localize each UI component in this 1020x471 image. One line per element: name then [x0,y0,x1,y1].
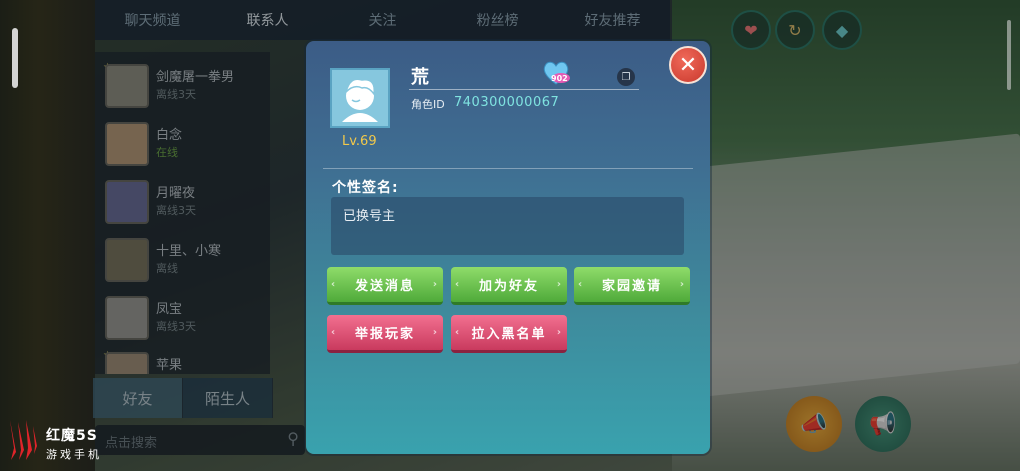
chevron-right-icon: › [432,279,439,290]
chevron-left-icon: ‹ [455,327,462,338]
report-player-button[interactable]: ‹ 举报玩家 › [327,315,443,353]
red-magic-logo [6,418,38,462]
chevron-left-icon: ‹ [455,279,462,290]
chevron-left-icon: ‹ [331,327,338,338]
section-divider [323,168,693,169]
home-invite-label: 家园邀请 [601,279,662,294]
blacklist-label: 拉入黑名单 [471,327,547,342]
send-message-button[interactable]: ‹ 发送消息 › [327,267,443,305]
player-name: 荒 [411,67,429,88]
brand-subtitle: 游戏手机 [46,448,102,461]
player-avatar [330,68,390,128]
signature-box: 已换号主 [331,197,684,255]
chevron-right-icon: › [556,327,563,338]
signature-text: 已换号主 [343,209,396,224]
left-edge-handle [12,28,18,88]
report-player-label: 举报玩家 [354,327,415,342]
chevron-right-icon: › [679,279,686,290]
brand-name: 红魔5S [46,428,98,444]
popularity-count: 902 [551,74,568,83]
role-id-label: 角色ID [411,98,445,111]
home-invite-button[interactable]: ‹ 家园邀请 › [574,267,690,305]
right-edge-handle [1007,20,1011,90]
player-level: Lv.69 [342,134,377,149]
add-friend-label: 加为好友 [478,279,539,294]
signature-title: 个性签名: [332,180,399,196]
name-divider [409,89,639,90]
add-friend-button[interactable]: ‹ 加为好友 › [451,267,567,305]
send-message-label: 发送消息 [354,279,415,294]
chevron-right-icon: › [432,327,439,338]
chevron-right-icon: › [556,279,563,290]
blacklist-button[interactable]: ‹ 拉入黑名单 › [451,315,567,353]
avatar-icon [332,70,388,126]
copy-icon[interactable]: ❐ [617,68,635,86]
chevron-left-icon: ‹ [331,279,338,290]
role-id-value: 740300000067 [454,95,560,110]
close-button[interactable]: ✕ [669,46,707,84]
chevron-left-icon: ‹ [578,279,585,290]
close-icon: ✕ [678,52,698,78]
